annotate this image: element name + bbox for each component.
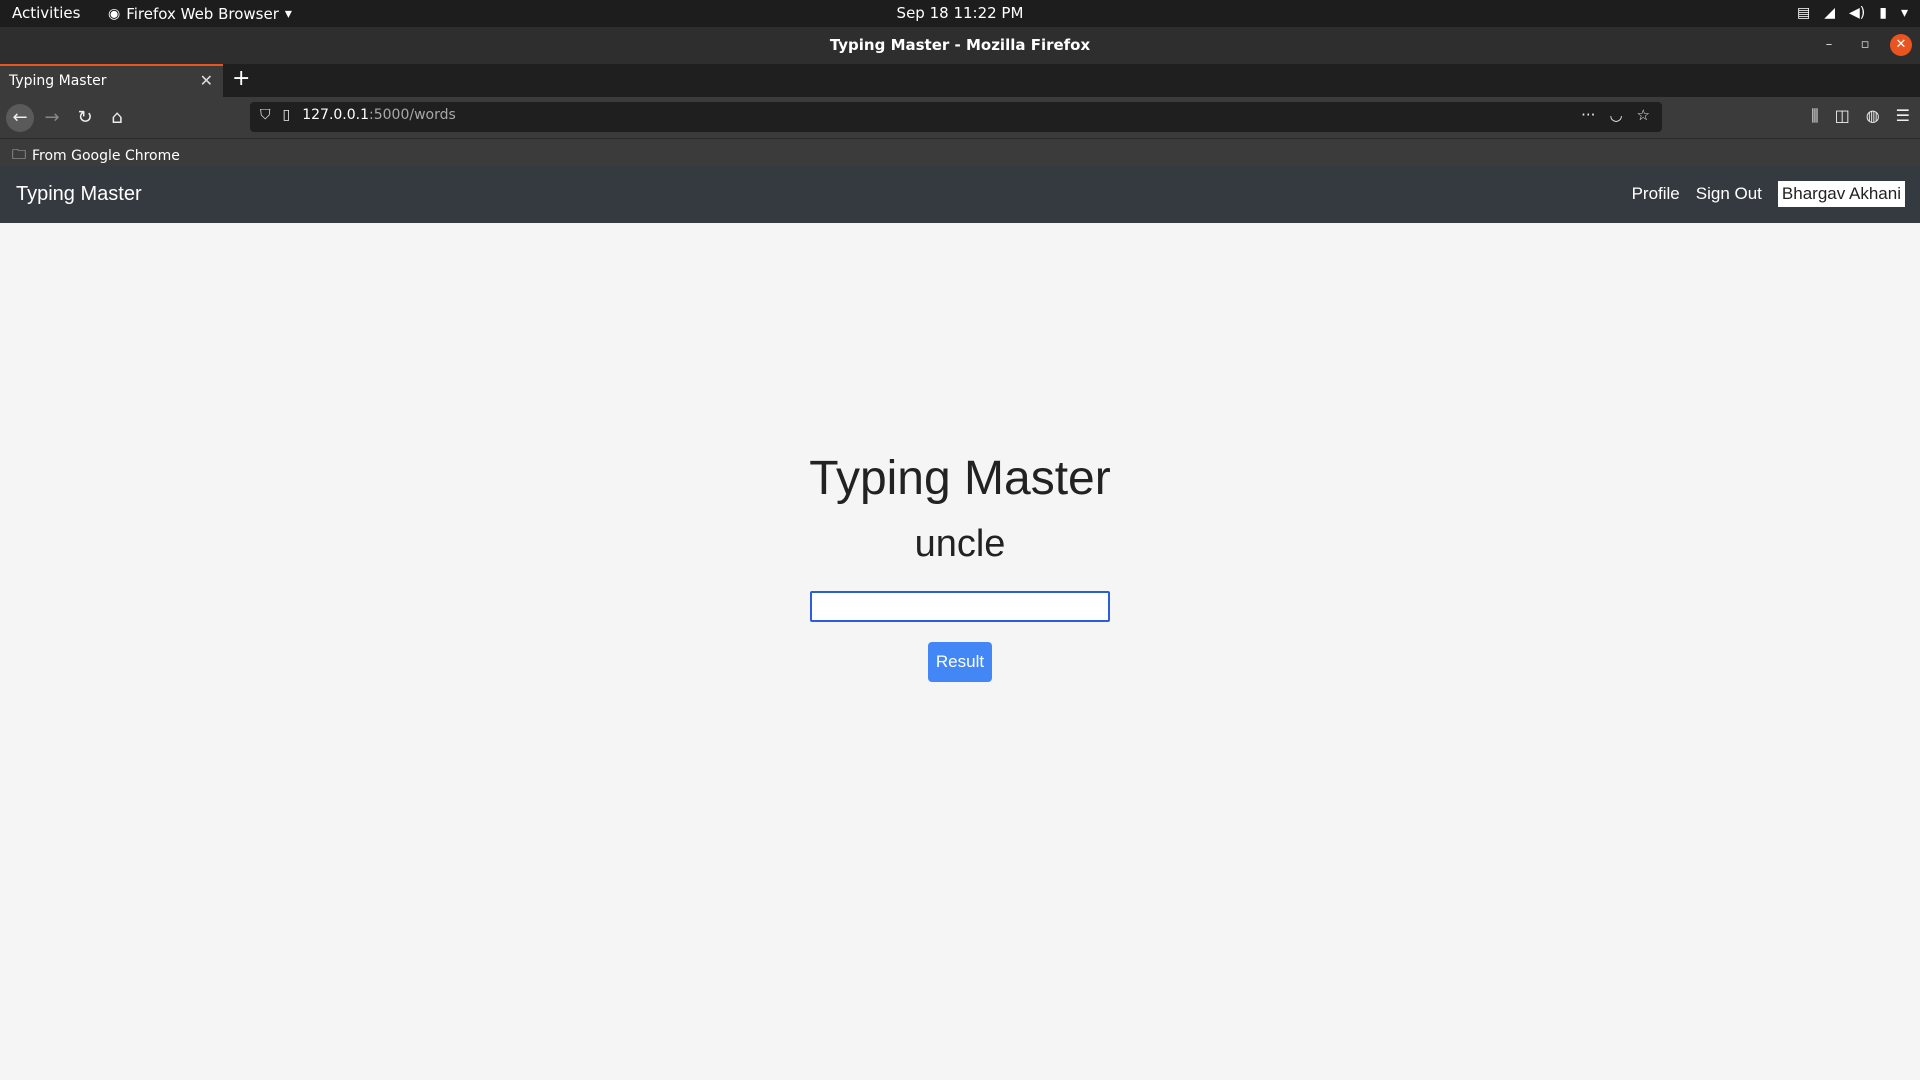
result-button[interactable]: Result — [927, 642, 993, 682]
url-path: :5000/words — [369, 107, 456, 123]
profile-link[interactable]: Profile — [1632, 184, 1680, 204]
sidebar-icon[interactable]: ◫ — [1835, 106, 1850, 126]
system-tray[interactable]: ▤ ◢ ◀) ▮ ▾ — [1797, 3, 1908, 23]
maximize-icon[interactable]: ▫ — [1854, 34, 1876, 56]
main-content: Typing Master uncle Result — [0, 223, 1920, 1080]
brand-link[interactable]: Typing Master — [16, 183, 142, 206]
pocket-icon[interactable]: ◡ — [1609, 106, 1622, 124]
navigation-toolbar: ← → ↻ ⌂ ⛉ ▯ 127.0.0.1:5000/words ··· ◡ ☆… — [0, 97, 1920, 138]
bookmark-folder[interactable]: 🗀 From Google Chrome — [12, 144, 180, 168]
reload-icon[interactable]: ↻ — [71, 104, 99, 132]
app-menu-label: Firefox Web Browser — [126, 5, 279, 23]
typing-input[interactable] — [810, 591, 1110, 622]
tab-label: Typing Master — [9, 73, 107, 89]
keyboard-icon[interactable]: ▤ — [1797, 3, 1810, 23]
page-icon[interactable]: ▯ — [283, 107, 291, 123]
more-actions-icon[interactable]: ··· — [1581, 106, 1595, 124]
firefox-icon: ◉ — [108, 6, 121, 22]
tab-close-icon[interactable]: ✕ — [200, 71, 213, 90]
home-icon[interactable]: ⌂ — [103, 104, 131, 132]
url-bar[interactable]: ⛉ ▯ 127.0.0.1:5000/words ··· ◡ ☆ — [250, 102, 1662, 132]
app-menu[interactable]: ◉ Firefox Web Browser ▾ — [108, 4, 292, 24]
bookmark-star-icon[interactable]: ☆ — [1637, 106, 1650, 124]
sign-out-link[interactable]: Sign Out — [1696, 184, 1762, 204]
new-tab-icon[interactable]: + — [232, 66, 250, 91]
system-top-bar: Activities ◉ Firefox Web Browser ▾ Sep 1… — [0, 0, 1920, 27]
app-navbar: Typing Master Profile Sign Out Bhargav A… — [0, 166, 1920, 223]
menu-icon[interactable]: ☰ — [1896, 106, 1910, 126]
battery-icon[interactable]: ▮ — [1879, 3, 1887, 23]
chevron-down-icon: ▾ — [284, 6, 292, 22]
close-icon[interactable]: ✕ — [1890, 34, 1912, 56]
volume-icon[interactable]: ◀) — [1849, 3, 1865, 23]
url-text[interactable]: 127.0.0.1:5000/words — [302, 107, 456, 123]
window-title-bar: Typing Master - Mozilla Firefox – ▫ ✕ — [0, 27, 1920, 64]
window-title: Typing Master - Mozilla Firefox — [829, 36, 1091, 54]
folder-icon: 🗀 — [12, 147, 26, 163]
target-word: uncle — [914, 523, 1006, 565]
wifi-icon[interactable]: ◢ — [1824, 3, 1835, 23]
url-host: 127.0.0.1 — [302, 107, 370, 123]
back-arrow-icon[interactable]: ← — [6, 104, 34, 132]
page-title: Typing Master — [809, 452, 1111, 505]
tab-typing-master[interactable]: Typing Master ✕ — [0, 64, 223, 97]
bookmarks-toolbar: 🗀 From Google Chrome — [0, 138, 1920, 166]
library-icon[interactable]: ⫼ — [1811, 106, 1818, 126]
minimize-icon[interactable]: – — [1818, 34, 1840, 56]
bookmark-folder-label: From Google Chrome — [32, 148, 180, 164]
shield-icon[interactable]: ⛉ — [260, 107, 271, 123]
user-name-badge[interactable]: Bhargav Akhani — [1777, 181, 1905, 207]
chevron-down-icon[interactable]: ▾ — [1901, 3, 1908, 23]
account-icon[interactable]: ◍ — [1866, 106, 1880, 126]
forward-arrow-icon[interactable]: → — [38, 104, 66, 132]
tab-strip: Typing Master ✕ + — [0, 64, 1920, 97]
activities-button[interactable]: Activities — [12, 4, 80, 22]
clock[interactable]: Sep 18 11:22 PM — [897, 4, 1024, 22]
